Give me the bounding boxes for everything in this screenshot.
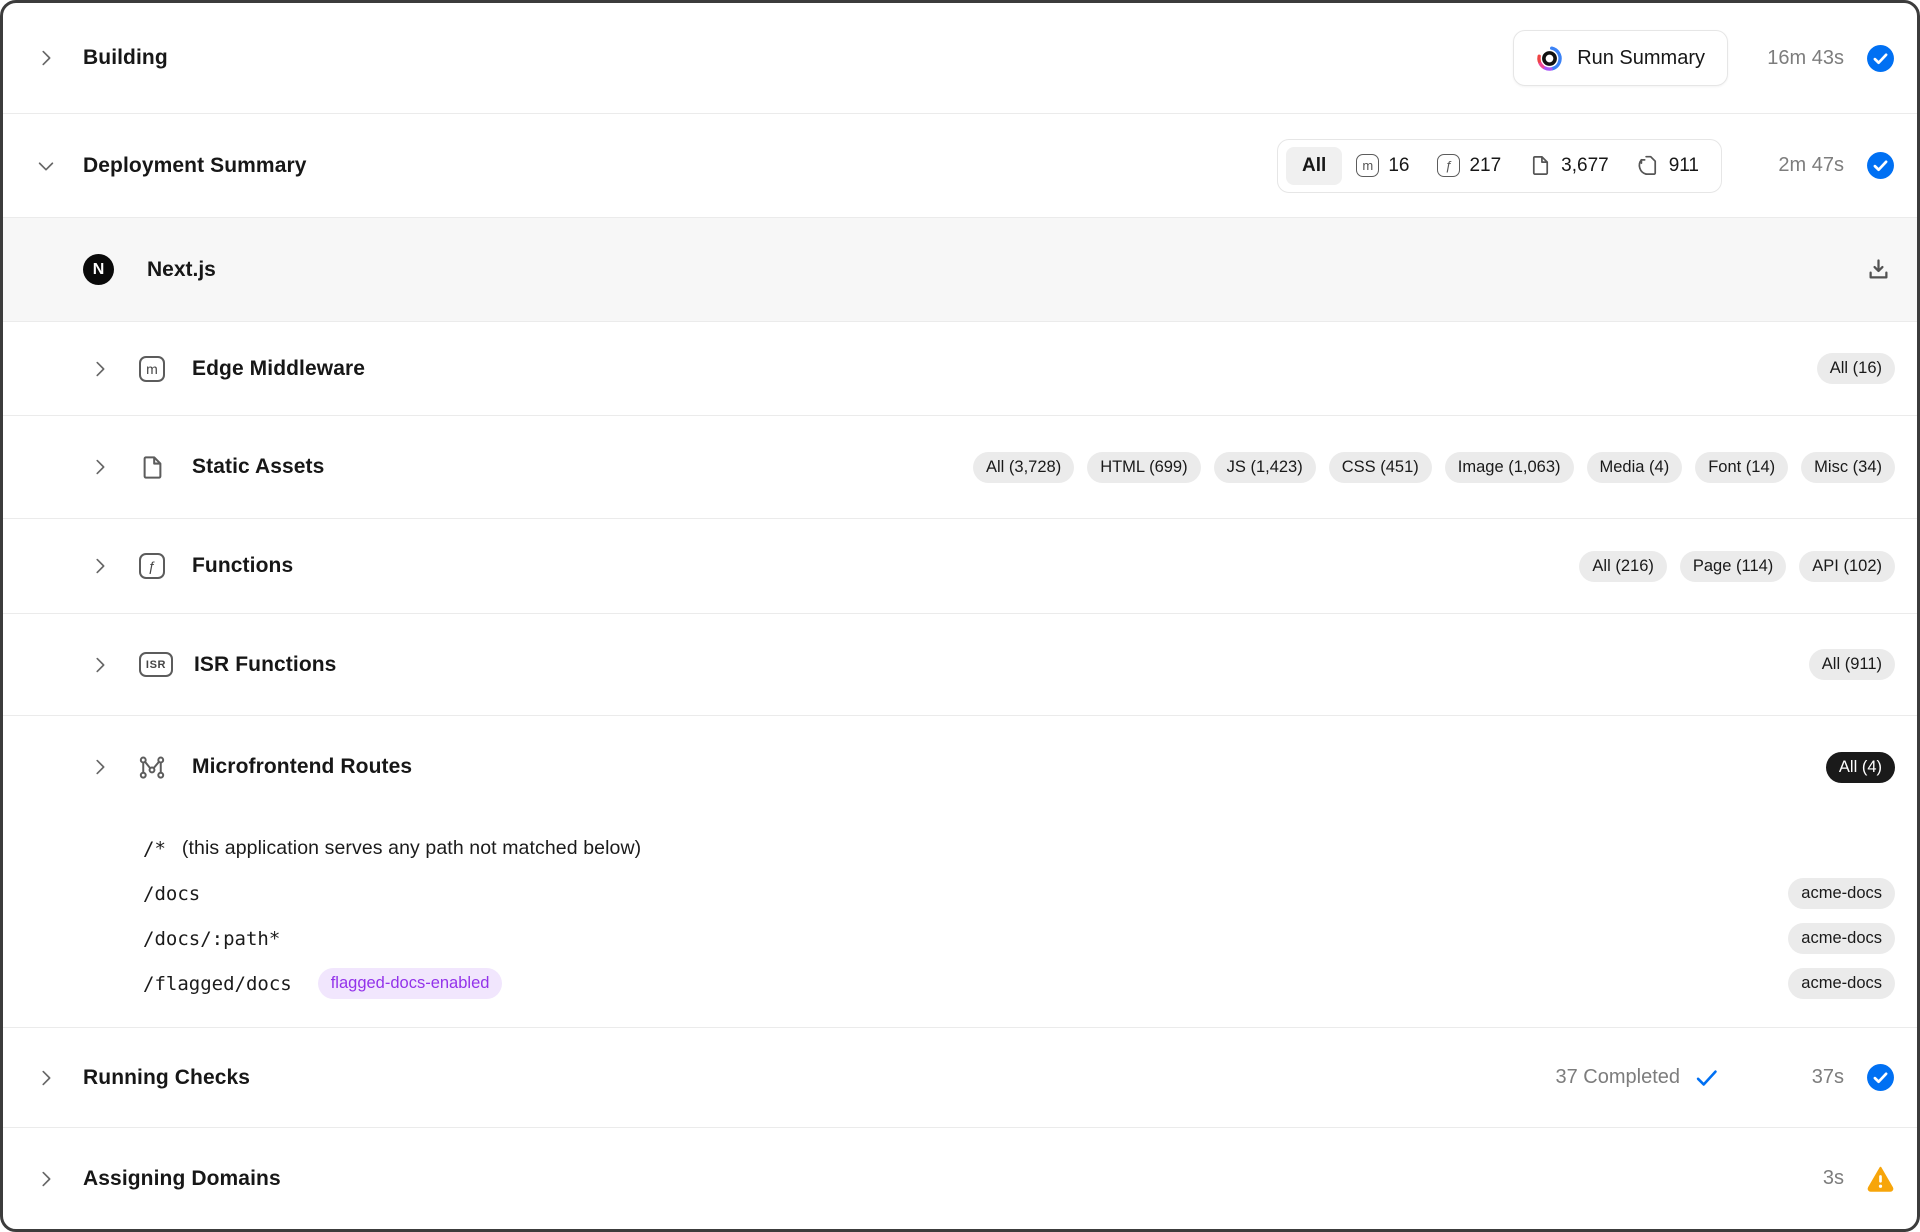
chevron-right-icon[interactable] (89, 456, 111, 478)
checks-completed-text: 37 Completed (1555, 1066, 1680, 1089)
nextjs-logo-icon: N (83, 254, 114, 285)
route-note: (this application serves any path not ma… (182, 837, 641, 860)
count-badge[interactable]: All (216) (1579, 551, 1666, 582)
count-badge[interactable]: All (911) (1809, 649, 1895, 680)
middleware-count: 16 (1388, 155, 1409, 177)
row-microfrontend-routes[interactable]: Microfrontend Routes All (4) (3, 715, 1917, 818)
filter-static-assets[interactable]: 3,677 (1515, 146, 1623, 185)
route-target-badge[interactable]: acme-docs (1788, 968, 1895, 999)
functions-count: 217 (1469, 155, 1501, 177)
deployment-duration: 2m 47s (1756, 154, 1844, 177)
count-badge[interactable]: API (102) (1799, 551, 1895, 582)
success-check-icon (1866, 1063, 1895, 1092)
file-icon (1529, 154, 1552, 177)
blue-check-icon (1693, 1064, 1720, 1091)
filter-functions[interactable]: ƒ 217 (1423, 146, 1515, 185)
count-badge[interactable]: All (16) (1817, 353, 1895, 384)
isr-count: 911 (1669, 155, 1699, 177)
routes-list: /* (this application serves any path not… (3, 818, 1917, 1027)
route-target-badge[interactable]: acme-docs (1788, 923, 1895, 954)
project-name: Next.js (147, 258, 216, 282)
routes-all-badge[interactable]: All (4) (1826, 752, 1895, 783)
chevron-right-icon[interactable] (89, 358, 111, 380)
functions-badges: All (216) Page (114) API (102) (1579, 551, 1895, 582)
checks-status: 37 Completed (1555, 1064, 1720, 1091)
success-check-icon (1866, 44, 1895, 73)
building-title: Building (83, 46, 168, 70)
row-static-assets[interactable]: Static Assets All (3,728) HTML (699) JS (1… (3, 415, 1917, 518)
function-icon: ƒ (1437, 154, 1460, 177)
edge-middleware-badges: All (16) (1817, 353, 1895, 384)
section-running-checks[interactable]: Running Checks 37 Completed 37s (3, 1027, 1917, 1127)
middleware-icon: m (139, 356, 165, 382)
project-row: N Next.js (3, 217, 1917, 321)
count-badge[interactable]: CSS (451) (1329, 452, 1432, 483)
row-edge-middleware[interactable]: m Edge Middleware All (16) (3, 321, 1917, 415)
row-functions[interactable]: ƒ Functions All (216) Page (114) API (102) (3, 518, 1917, 613)
section-assigning-domains[interactable]: Assigning Domains 3s (3, 1127, 1917, 1229)
running-checks-title: Running Checks (83, 1066, 250, 1090)
deployment-summary-title: Deployment Summary (83, 154, 307, 178)
warning-icon (1866, 1164, 1895, 1193)
chevron-right-icon[interactable] (35, 47, 57, 69)
edge-middleware-label: Edge Middleware (192, 357, 365, 381)
count-badge[interactable]: Page (114) (1680, 551, 1786, 582)
download-icon[interactable] (1861, 253, 1895, 287)
route-row-docs-path: /docs/:path* acme-docs (143, 916, 1895, 961)
count-badge[interactable]: JS (1,423) (1214, 452, 1316, 483)
chevron-right-icon[interactable] (89, 654, 111, 676)
assigning-domains-title: Assigning Domains (83, 1167, 281, 1191)
isr-functions-label: ISR Functions (194, 653, 336, 677)
count-badge[interactable]: Image (1,063) (1445, 452, 1574, 483)
static-assets-badges: All (3,728) HTML (699) JS (1,423) CSS (451)… (973, 452, 1895, 483)
flag-badge: flagged-docs-enabled (318, 968, 503, 999)
functions-label: Functions (192, 554, 293, 578)
assets-count: 3,677 (1561, 155, 1609, 177)
building-duration: 16m 43s (1756, 47, 1844, 70)
section-building[interactable]: Building Run Summary 16m 43s (3, 3, 1917, 113)
static-assets-label: Static Assets (192, 455, 324, 479)
section-deployment-summary[interactable]: Deployment Summary All m 16 ƒ 217 (3, 113, 1917, 217)
chevron-right-icon[interactable] (35, 1067, 57, 1089)
chevron-down-icon[interactable] (35, 155, 57, 177)
filter-all[interactable]: All (1286, 147, 1342, 185)
route-row-docs: /docs acme-docs (143, 871, 1895, 916)
route-path: /docs/:path* (143, 928, 280, 950)
middleware-icon: m (1356, 154, 1379, 177)
isr-icon: ISR (139, 652, 173, 677)
row-isr-functions[interactable]: ISR ISR Functions All (911) (3, 613, 1917, 715)
run-summary-button[interactable]: Run Summary (1513, 30, 1728, 86)
count-badge[interactable]: Media (4) (1587, 452, 1683, 483)
run-summary-icon (1536, 45, 1563, 72)
file-icon (136, 454, 168, 481)
function-icon: ƒ (139, 553, 165, 579)
route-row-flagged-docs: /flagged/docs flagged-docs-enabled acme-… (143, 961, 1895, 1006)
isr-badges: All (911) (1809, 649, 1895, 680)
count-badge[interactable]: Font (14) (1695, 452, 1788, 483)
deployment-panel: Building Run Summary 16m 43s (0, 0, 1920, 1232)
count-badge[interactable]: Misc (34) (1801, 452, 1895, 483)
route-path: /flagged/docs (143, 973, 292, 995)
assigning-domains-duration: 3s (1756, 1167, 1844, 1190)
route-path: /docs (143, 883, 200, 905)
count-badge[interactable]: HTML (699) (1087, 452, 1200, 483)
chevron-right-icon[interactable] (89, 555, 111, 577)
count-badge[interactable]: All (3,728) (973, 452, 1074, 483)
routes-icon (136, 753, 168, 781)
running-checks-duration: 37s (1756, 1066, 1844, 1089)
filter-middleware[interactable]: m 16 (1342, 146, 1423, 185)
chevron-right-icon[interactable] (89, 756, 111, 778)
route-target-badge[interactable]: acme-docs (1788, 878, 1895, 909)
route-row-catchall: /* (this application serves any path not… (143, 826, 1895, 871)
run-summary-label: Run Summary (1577, 47, 1705, 70)
success-check-icon (1866, 151, 1895, 180)
output-type-filter: All m 16 ƒ 217 3,677 (1277, 139, 1722, 193)
chevron-right-icon[interactable] (35, 1168, 57, 1190)
filter-isr[interactable]: 911 (1623, 146, 1713, 185)
isr-file-icon (1637, 154, 1660, 177)
route-path: /* (143, 838, 166, 860)
microfrontend-routes-label: Microfrontend Routes (192, 755, 412, 779)
filter-all-label: All (1302, 155, 1326, 177)
